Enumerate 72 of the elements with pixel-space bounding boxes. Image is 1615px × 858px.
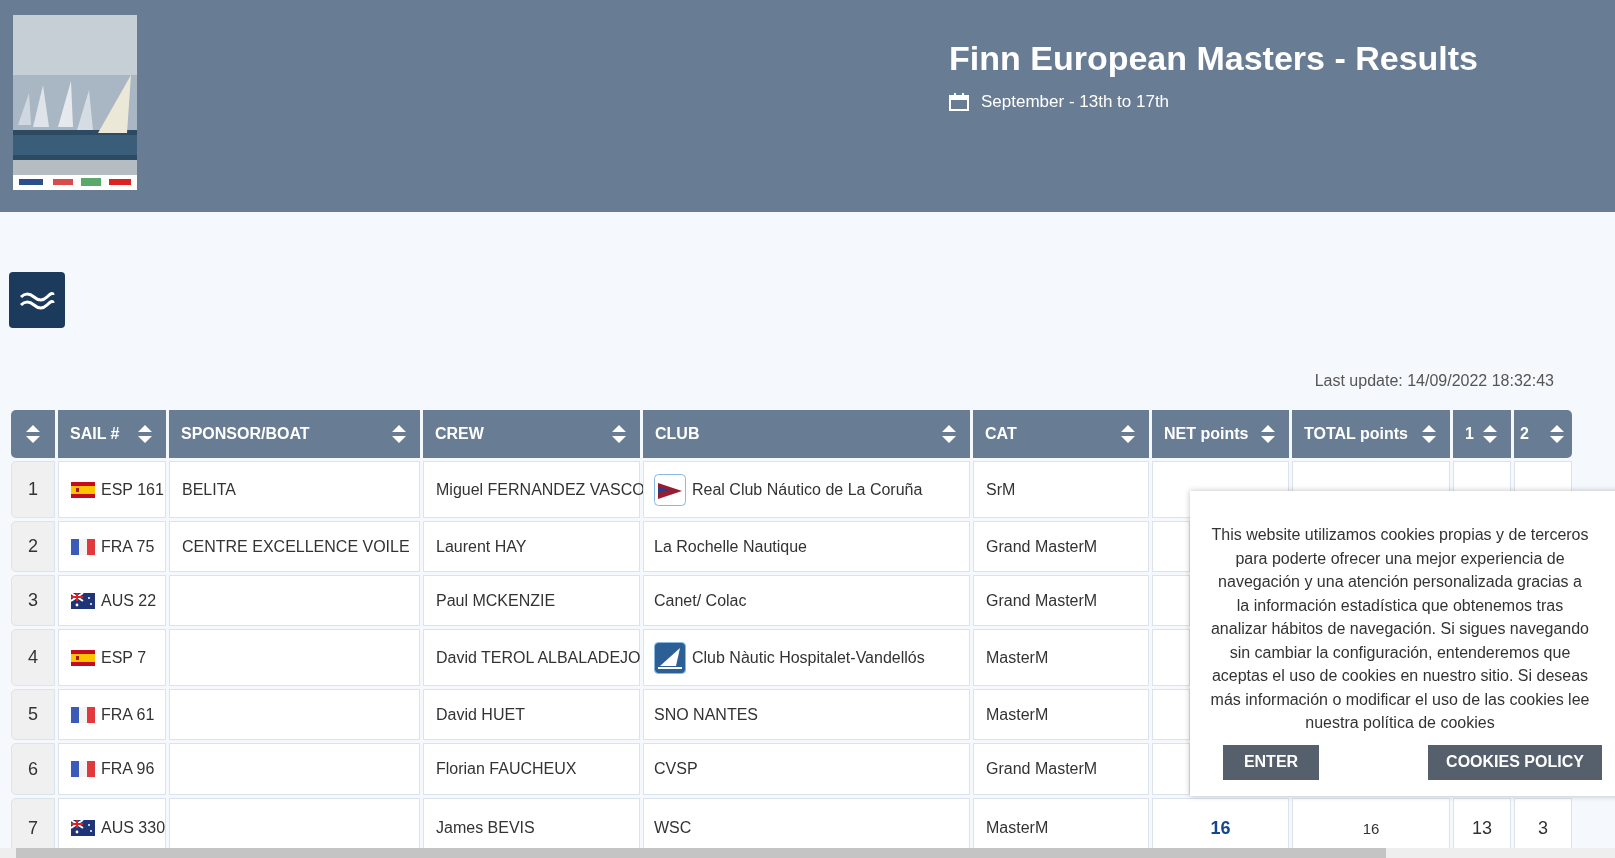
last-update: Last update: 14/09/2022 18:32:43 bbox=[1313, 372, 1554, 390]
australia-flag-icon bbox=[71, 820, 95, 836]
table-cell: Laurent HAY bbox=[423, 521, 640, 572]
column-header[interactable]: 2 bbox=[1514, 410, 1572, 458]
table-cell: Paul MCKENZIE bbox=[423, 575, 640, 626]
sort-icon bbox=[1420, 424, 1438, 444]
club-name: Canet/ Colac bbox=[654, 591, 747, 610]
table-cell: CENTRE EXCELLENCE VOILE bbox=[169, 521, 420, 572]
column-header[interactable]: SPONSOR/BOAT bbox=[169, 410, 420, 458]
spain-flag-icon bbox=[71, 649, 95, 666]
pennant-logo-icon bbox=[654, 473, 686, 506]
scrollbar[interactable] bbox=[0, 848, 1615, 858]
table-cell: MasterM bbox=[973, 689, 1149, 740]
enter-button[interactable]: ENTER bbox=[1223, 744, 1319, 780]
sail-number: AUS 330 bbox=[101, 819, 166, 837]
column-header[interactable]: CLUB bbox=[643, 410, 970, 458]
sail-number: FRA 75 bbox=[101, 537, 155, 556]
cookies-policy-button[interactable]: COOKIES POLICY bbox=[1428, 744, 1602, 780]
column-header[interactable]: TOTAL points bbox=[1292, 410, 1450, 458]
sail-number: ESP 161 bbox=[101, 480, 164, 499]
france-flag-icon bbox=[71, 706, 95, 723]
france-flag-icon bbox=[71, 761, 95, 777]
sort-icon bbox=[390, 424, 408, 444]
table-cell: 1 bbox=[11, 461, 55, 518]
column-header[interactable]: SAIL # bbox=[58, 410, 166, 458]
table-cell: BELITA bbox=[169, 461, 420, 518]
column-header[interactable]: 1 bbox=[1453, 410, 1511, 458]
table-cell: David HUET bbox=[423, 689, 640, 740]
column-header[interactable] bbox=[11, 410, 55, 458]
club-name: SNO NANTES bbox=[654, 705, 758, 724]
sail-number: ESP 7 bbox=[101, 648, 147, 667]
sort-icon bbox=[1548, 424, 1566, 444]
club-name: WSC bbox=[654, 819, 692, 837]
australia-flag-icon bbox=[71, 592, 95, 609]
sail-number: FRA 61 bbox=[101, 705, 155, 724]
column-header[interactable]: NET points bbox=[1152, 410, 1289, 458]
spain-flag-icon bbox=[71, 481, 95, 498]
calendar-icon bbox=[949, 93, 969, 111]
event-dates: September - 13th to 17th bbox=[981, 92, 1170, 112]
club-name: Club Nàutic Hospitalet-Vandellós bbox=[692, 648, 925, 667]
club-name: La Rochelle Nautique bbox=[654, 537, 807, 556]
sort-icon bbox=[610, 424, 628, 444]
scrollbar-thumb[interactable] bbox=[16, 848, 1386, 858]
table-cell: 3 bbox=[11, 575, 55, 626]
table-cell: SrM bbox=[973, 461, 1149, 518]
table-cell: Grand MasterM bbox=[973, 743, 1149, 795]
menu-button[interactable] bbox=[9, 272, 65, 328]
column-header[interactable]: CREW bbox=[423, 410, 640, 458]
sail-number: FRA 96 bbox=[101, 760, 155, 778]
sort-icon bbox=[136, 424, 154, 444]
table-cell: 2 bbox=[11, 521, 55, 572]
sail-logo-icon bbox=[654, 641, 686, 674]
column-header[interactable]: CAT bbox=[973, 410, 1149, 458]
sort-icon bbox=[1259, 424, 1277, 444]
cookie-message: This website utilizamos cookies propias y de terceros para poderte ofrecer una mejor experiencia de navegación y una atención personalizada gracias a la información estadística que obtenemos tras analizar hábitos de navegación. Si sigues navegando sin cambiar la configuración, entenderemos que aceptas el uso de cookies en nuestro sitio. Si deseas más información o modificar el uso de las cookies lee nuestra política de cookies bbox=[1210, 525, 1590, 733]
table-cell: Grand MasterM bbox=[973, 575, 1149, 626]
table-cell: MasterM bbox=[973, 629, 1149, 686]
sort-icon bbox=[940, 424, 958, 444]
sort-icon bbox=[1481, 424, 1499, 444]
table-cell: 4 bbox=[11, 629, 55, 686]
table-cell: David TEROL ALBALADEJO bbox=[423, 629, 640, 686]
table-cell: Grand MasterM bbox=[973, 521, 1149, 572]
club-name: Real Club Náutico de La Coruña bbox=[692, 480, 923, 499]
table-cell: Florian FAUCHEUX bbox=[423, 743, 640, 795]
sail-number: AUS 22 bbox=[101, 591, 157, 610]
table-cell: 5 bbox=[11, 689, 55, 740]
page-title: Finn European Masters - Results bbox=[949, 39, 1478, 78]
table-cell: 6 bbox=[11, 743, 55, 795]
sort-icon bbox=[24, 424, 42, 444]
france-flag-icon bbox=[71, 538, 95, 555]
club-name: CVSP bbox=[654, 760, 698, 778]
sort-icon bbox=[1119, 424, 1137, 444]
